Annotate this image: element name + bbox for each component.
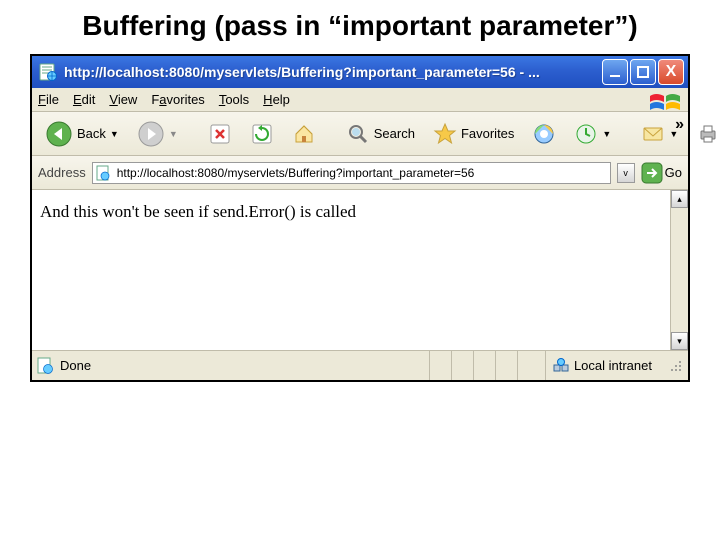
history-button[interactable]: ▼ [567, 119, 618, 149]
go-label: Go [665, 165, 682, 180]
status-pane [495, 351, 517, 380]
forward-arrow-icon [137, 120, 165, 148]
search-label: Search [374, 126, 415, 141]
titlebar-buttons: X [602, 59, 684, 85]
refresh-icon [250, 122, 274, 146]
address-bar: Address v Go [32, 156, 688, 190]
refresh-button[interactable] [243, 119, 281, 149]
minimize-button[interactable] [602, 59, 628, 85]
stop-icon [208, 122, 232, 146]
menu-favorites[interactable]: Favorites [151, 92, 204, 107]
intranet-zone-icon [552, 357, 570, 375]
menu-tools[interactable]: Tools [219, 92, 249, 107]
forward-button[interactable]: ▼ [130, 117, 185, 151]
vertical-scrollbar[interactable]: ▴ ▾ [670, 190, 688, 350]
resize-grip-icon[interactable] [668, 358, 684, 374]
toolbar-overflow-icon[interactable]: » [675, 116, 684, 134]
home-button[interactable] [285, 119, 323, 149]
favorites-label: Favorites [461, 126, 514, 141]
toolbar: Back ▼ ▼ [32, 112, 688, 156]
address-input-wrap[interactable] [92, 162, 611, 184]
back-button[interactable]: Back ▼ [38, 117, 126, 151]
media-icon [532, 122, 556, 146]
status-panes [429, 351, 539, 380]
go-button[interactable]: Go [641, 162, 682, 184]
page-icon [95, 165, 111, 181]
star-icon [433, 122, 457, 146]
address-dropdown-button[interactable]: v [617, 163, 635, 183]
menu-help[interactable]: Help [263, 92, 290, 107]
status-pane [517, 351, 539, 380]
window-titlebar[interactable]: http://localhost:8080/myservlets/Bufferi… [32, 56, 688, 88]
menu-edit[interactable]: Edit [73, 92, 95, 107]
maximize-button[interactable] [630, 59, 656, 85]
security-zone[interactable]: Local intranet [545, 351, 658, 380]
menu-file[interactable]: File [38, 92, 59, 107]
favorites-button[interactable]: Favorites [426, 119, 521, 149]
window-title: http://localhost:8080/myservlets/Bufferi… [64, 64, 602, 80]
menu-view[interactable]: View [109, 92, 137, 107]
status-bar: Done Local intranet [32, 350, 688, 380]
browser-window: http://localhost:8080/myservlets/Bufferi… [30, 54, 690, 382]
done-page-icon [36, 357, 54, 375]
scroll-up-button[interactable]: ▴ [671, 190, 688, 208]
status-pane [473, 351, 495, 380]
search-icon [346, 122, 370, 146]
address-input[interactable] [115, 164, 608, 182]
scroll-down-button[interactable]: ▾ [671, 332, 688, 350]
status-pane [451, 351, 473, 380]
back-arrow-icon [45, 120, 73, 148]
print-button[interactable] [689, 119, 720, 149]
back-dropdown-icon[interactable]: ▼ [110, 129, 119, 139]
status-pane [429, 351, 451, 380]
menubar: File Edit View Favorites Tools Help [32, 88, 688, 112]
close-button[interactable]: X [658, 59, 684, 85]
page-body: And this won't be seen if send.Error() i… [32, 190, 670, 350]
slide-title: Buffering (pass in “important parameter”… [25, 10, 695, 42]
forward-dropdown-icon[interactable]: ▼ [169, 129, 178, 139]
go-arrow-icon [641, 162, 663, 184]
status-text: Done [60, 358, 91, 373]
body-text: And this won't be seen if send.Error() i… [40, 202, 662, 222]
search-button[interactable]: Search [339, 119, 422, 149]
history-dropdown-icon[interactable]: ▼ [602, 129, 611, 139]
home-icon [292, 122, 316, 146]
mail-icon [641, 122, 665, 146]
back-label: Back [77, 126, 106, 141]
media-button[interactable] [525, 119, 563, 149]
address-label: Address [38, 165, 86, 180]
zone-label: Local intranet [574, 358, 652, 373]
slide-container: Buffering (pass in “important parameter”… [0, 0, 720, 540]
ie-page-icon [38, 62, 58, 82]
print-icon [696, 122, 720, 146]
content-area: And this won't be seen if send.Error() i… [32, 190, 688, 350]
stop-button[interactable] [201, 119, 239, 149]
history-icon [574, 122, 598, 146]
